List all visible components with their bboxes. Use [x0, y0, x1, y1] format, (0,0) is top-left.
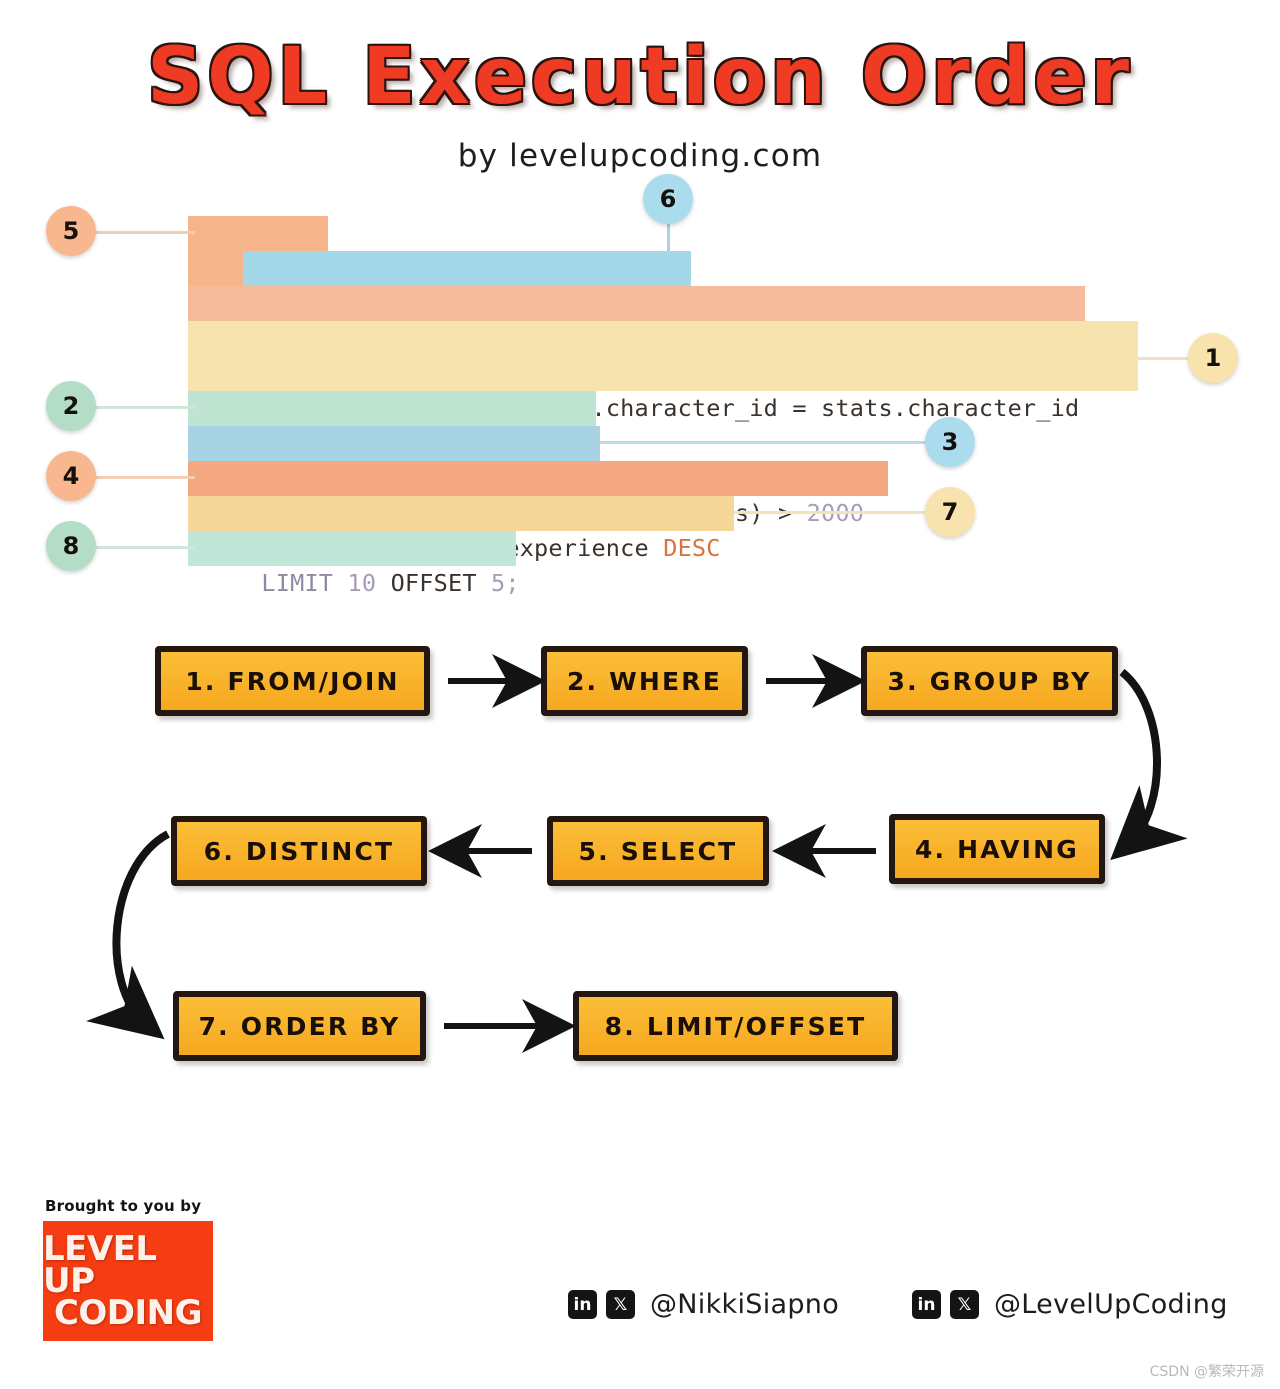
badge-2-number: 2	[62, 392, 80, 420]
code-line-having: HAVING AVG(stats.experience_points) > 20…	[188, 461, 888, 527]
badge-5[interactable]: 5	[46, 206, 96, 256]
header: SQL Execution Order by levelupcoding.com	[0, 0, 1280, 174]
code-line-groupby: GROUP BY character.class	[188, 426, 606, 492]
page-title: SQL Execution Order	[147, 32, 1133, 122]
code-line-select: SELECT	[196, 216, 347, 282]
sql-code-block: SELECT DISTINCT character.class, AVG(sta…	[0, 174, 1280, 616]
badge-8[interactable]: 8	[46, 521, 96, 571]
x-icon[interactable]: 𝕏	[950, 1290, 979, 1319]
social-group-levelupcoding: in 𝕏 @LevelUpCoding	[912, 1289, 1228, 1320]
code-line-orderby: ORDER BY average_experience DESC	[188, 496, 734, 562]
code-line-limit: LIMIT 10 OFFSET 5;	[188, 531, 520, 597]
connector-badge-3	[600, 441, 930, 444]
connector-badge-7	[734, 511, 926, 514]
badge-3-number: 3	[941, 428, 959, 456]
social-group-nikki: in 𝕏 @NikkiSiapno	[568, 1289, 839, 1320]
badge-8-number: 8	[62, 532, 80, 560]
flow-arrows	[86, 654, 1188, 1053]
arrow-3-to-4	[1110, 668, 1188, 861]
page-subtitle: by levelupcoding.com	[457, 138, 823, 174]
keyword-limit: LIMIT	[261, 569, 334, 597]
connector-badge-4	[95, 476, 195, 479]
badge-5-number: 5	[62, 217, 80, 245]
social-handle-levelupcoding[interactable]: @LevelUpCoding	[994, 1289, 1228, 1320]
connector-badge-5	[95, 231, 195, 234]
offset-value: 5;	[491, 569, 520, 597]
code-line-from: FROM character	[188, 321, 1138, 387]
badge-6-number: 6	[659, 185, 677, 213]
linkedin-icon[interactable]: in	[568, 1290, 597, 1319]
code-line-join: JOIN stats ON character.character_id = s…	[188, 356, 1138, 422]
logo-line-1: LEVEL UP	[43, 1228, 157, 1301]
x-icon[interactable]: 𝕏	[606, 1290, 635, 1319]
badge-7-number: 7	[941, 498, 959, 526]
keyword-offset: OFFSET	[390, 569, 477, 597]
execution-order-flowchart: 1. FROM/JOIN 2. WHERE 3. GROUP BY 6. DIS…	[0, 626, 1280, 1096]
connector-badge-8	[95, 546, 195, 549]
limit-value: 10	[347, 569, 377, 597]
code-line-where: WHERE stats.level >= 10	[188, 391, 596, 457]
badge-4[interactable]: 4	[46, 451, 96, 501]
keyword-desc: DESC	[663, 534, 721, 562]
footer: Brought to you by LEVEL UP CODING in 𝕏 @…	[0, 1189, 1280, 1389]
social-handle-nikki[interactable]: @NikkiSiapno	[650, 1289, 839, 1320]
badge-1[interactable]: 1	[1188, 333, 1238, 383]
linkedin-icon[interactable]: in	[912, 1290, 941, 1319]
brought-to-you-by-label: Brought to you by	[45, 1197, 202, 1215]
logo-line-2: CODING	[53, 1293, 203, 1334]
badge-2[interactable]: 2	[46, 381, 96, 431]
level-up-coding-logo: LEVEL UP CODING	[43, 1221, 213, 1341]
badge-4-number: 4	[62, 462, 80, 490]
badge-7[interactable]: 7	[925, 487, 975, 537]
watermark: CSDN @繁荣开源	[1149, 1364, 1264, 1380]
arrow-6-to-7	[86, 830, 171, 1040]
badge-3[interactable]: 3	[925, 417, 975, 467]
code-line-distinct: DISTINCT character.class,	[243, 251, 691, 317]
badge-6[interactable]: 6	[643, 174, 693, 224]
code-line-avg: AVG(stats.experience_points) AS average_…	[188, 286, 1085, 352]
badge-1-number: 1	[1204, 344, 1222, 372]
connector-badge-2	[95, 406, 195, 409]
